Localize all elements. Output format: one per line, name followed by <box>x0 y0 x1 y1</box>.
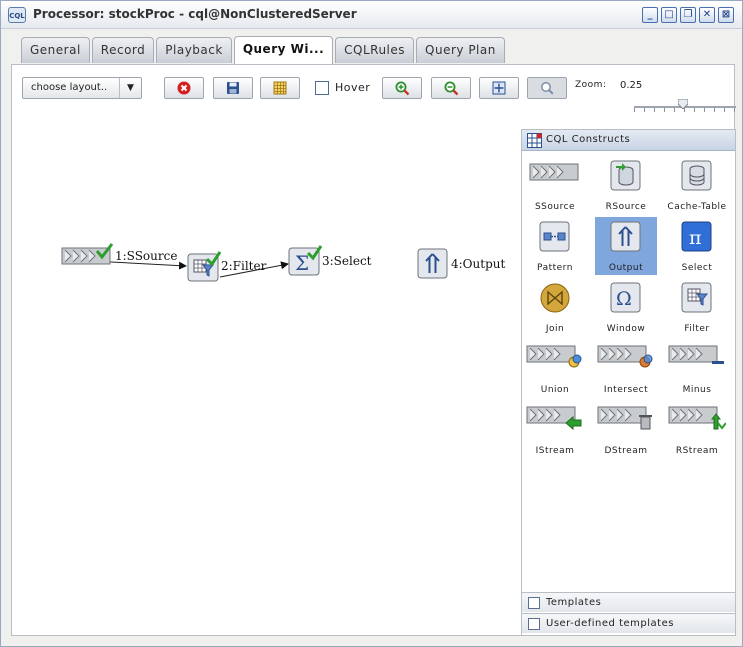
pi-select-icon: π <box>681 221 712 252</box>
filter-icon <box>681 282 712 313</box>
construct-rsource[interactable]: RSource <box>595 156 657 214</box>
construct-label: RStream <box>675 446 719 456</box>
construct-pattern[interactable]: Pattern <box>524 217 586 275</box>
tab-playback[interactable]: Playback <box>156 37 232 63</box>
construct-label: RSource <box>605 202 647 212</box>
minus-icon <box>668 345 724 364</box>
node-label-select: 3:Select <box>322 254 372 268</box>
zoom-label: Zoom: <box>575 80 607 90</box>
construct-dstream[interactable]: DStream <box>595 400 657 458</box>
cql-constructs-palette: CQL Constructs SSource RSource Cache-Tab… <box>521 129 736 636</box>
construct-label: Output <box>608 263 644 273</box>
tab-general[interactable]: General <box>21 37 90 63</box>
restore-button[interactable]: ❐ <box>680 7 696 23</box>
close-button[interactable]: ✕ <box>699 7 715 23</box>
node-label-filter: 2:Filter <box>221 259 267 273</box>
join-icon <box>540 283 570 313</box>
construct-cache-table[interactable]: Cache-Table <box>666 156 728 214</box>
pattern-icon <box>539 221 570 252</box>
construct-label: Pattern <box>537 263 573 273</box>
maximize-button[interactable]: □ <box>661 7 677 23</box>
output-icon <box>610 221 641 252</box>
zoom-value: 0.25 <box>620 80 643 91</box>
cql-app-icon: CQL <box>8 7 26 23</box>
construct-window[interactable]: Ω Window <box>595 278 657 336</box>
node-label-ssource: 1:SSource <box>115 249 178 263</box>
actual-size-button[interactable] <box>527 77 567 99</box>
dstream-icon <box>597 406 652 430</box>
grid-icon <box>527 133 542 148</box>
section-toggle-icon <box>528 618 540 630</box>
construct-label: Intersect <box>603 385 649 395</box>
construct-label: Minus <box>682 385 712 395</box>
construct-label: Window <box>606 324 646 334</box>
ssource-icon <box>529 163 579 181</box>
svg-text:Σ: Σ <box>295 251 309 275</box>
query-wizard-panel: choose layout.. ▼ Hover Zoom: 0.25 1:SSo… <box>11 64 736 636</box>
output-icon <box>417 248 448 279</box>
node-output[interactable] <box>417 248 449 283</box>
istream-icon <box>526 406 582 431</box>
intersect-icon <box>597 345 653 368</box>
tab-cqlrules[interactable]: CQLRules <box>335 37 415 63</box>
construct-ssource[interactable]: SSource <box>524 156 586 214</box>
section-toggle-icon <box>528 597 540 609</box>
construct-label: SSource <box>534 202 576 212</box>
construct-label: DStream <box>604 446 648 456</box>
construct-istream[interactable]: IStream <box>524 400 586 458</box>
node-ssource[interactable] <box>61 243 114 270</box>
node-filter[interactable] <box>187 251 222 286</box>
construct-label: Filter <box>684 324 710 334</box>
construct-label: Join <box>545 324 565 334</box>
construct-filter[interactable]: Filter <box>666 278 728 336</box>
construct-label: Cache-Table <box>667 202 727 212</box>
magnifier-icon <box>541 82 554 95</box>
zoom-slider-thumb[interactable] <box>678 99 688 109</box>
node-select[interactable]: Σ <box>288 245 323 280</box>
select-icon: Σ <box>288 245 323 276</box>
svg-text:π: π <box>689 227 702 249</box>
construct-label: IStream <box>535 446 575 456</box>
construct-output[interactable]: Output <box>595 217 657 275</box>
templates-label: Templates <box>546 597 602 608</box>
cache-table-icon <box>681 160 712 191</box>
filter-icon <box>187 251 222 282</box>
construct-union[interactable]: Union <box>524 339 586 397</box>
minimize-button[interactable]: _ <box>642 7 658 23</box>
tab-bar: General Record Playback Query Wi... CQLR… <box>21 36 505 64</box>
construct-rstream[interactable]: RStream <box>666 400 728 458</box>
construct-label: Select <box>681 263 713 273</box>
construct-intersect[interactable]: Intersect <box>595 339 657 397</box>
window-icon: Ω <box>610 282 641 313</box>
window-title: Processor: stockProc - cql@NonClusteredS… <box>33 7 357 21</box>
tab-query-wizard[interactable]: Query Wi... <box>233 36 334 64</box>
ssource-icon <box>61 243 114 265</box>
svg-text:Ω: Ω <box>616 288 632 310</box>
construct-select[interactable]: π Select <box>666 217 728 275</box>
union-icon <box>526 345 582 368</box>
close-all-button[interactable]: ⊠ <box>718 7 734 23</box>
construct-minus[interactable]: Minus <box>666 339 728 397</box>
rstream-icon <box>668 406 727 430</box>
tab-query-plan[interactable]: Query Plan <box>416 37 505 63</box>
tab-record[interactable]: Record <box>91 37 155 63</box>
title-bar[interactable]: CQL Processor: stockProc - cql@NonCluste… <box>1 1 742 29</box>
user-defined-templates-label: User-defined templates <box>546 618 674 629</box>
rsource-icon <box>610 160 641 191</box>
construct-join[interactable]: Join <box>524 278 586 336</box>
templates-section[interactable]: Templates <box>522 592 735 612</box>
processor-window: CQL Processor: stockProc - cql@NonCluste… <box>0 0 743 647</box>
window-controls: _ □ ❐ ✕ ⊠ <box>642 7 734 23</box>
user-defined-templates-section[interactable]: User-defined templates <box>522 613 735 633</box>
palette-title: CQL Constructs <box>546 134 631 145</box>
construct-label: Union <box>540 385 570 395</box>
palette-header[interactable]: CQL Constructs <box>522 130 735 151</box>
node-label-output: 4:Output <box>451 257 506 271</box>
